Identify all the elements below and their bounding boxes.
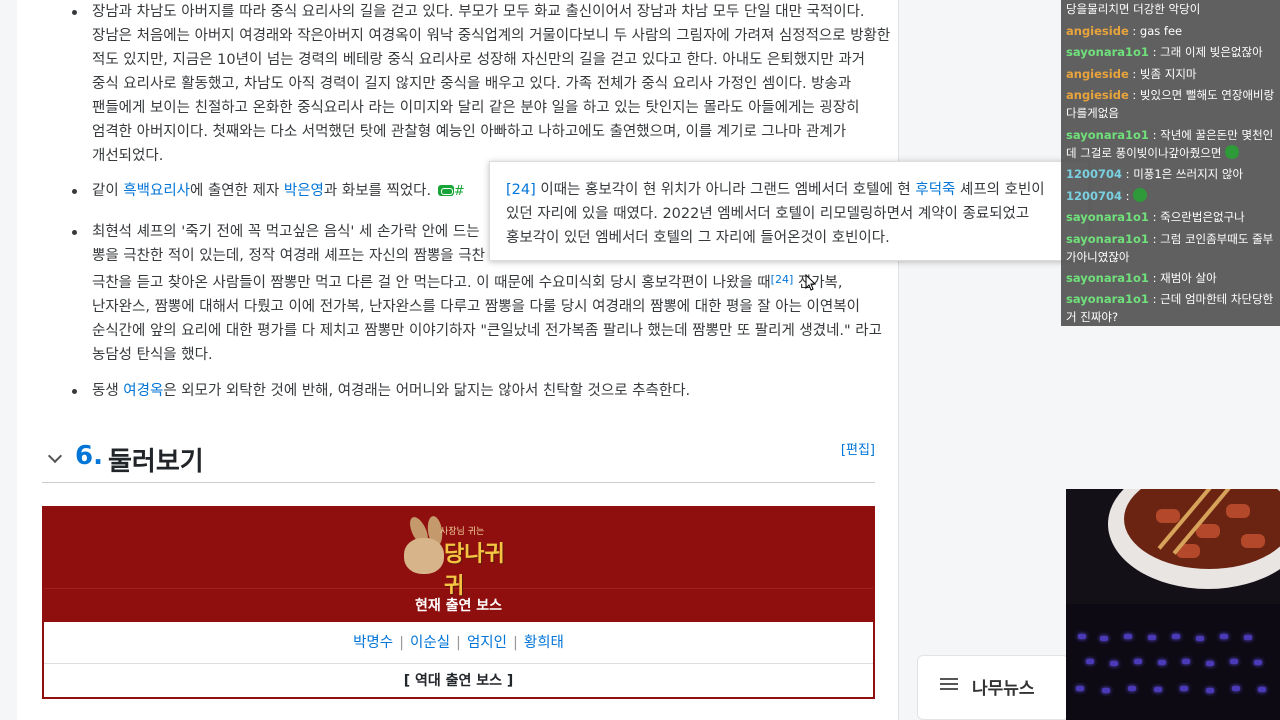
member-link[interactable]: 황희태 [524,635,564,651]
member-link[interactable]: 박명수 [353,635,393,651]
bullet-text: 동생 여경옥은 외모가 외탁한 것에 반해, 여경래는 어머니와 닮지는 않아서… [72,379,892,403]
chat-message: angieside : gas fee [1066,22,1280,40]
chevron-down-icon[interactable] [47,448,63,464]
chat-user: 1200704 [1066,167,1123,181]
bullet-dot [72,230,77,235]
link-park-eunyoung[interactable]: 박은영 [284,183,324,199]
namu-news-widget[interactable]: 나무뉴스 [917,655,1069,720]
chat-text: : 빚좀 지지마 [1128,67,1197,81]
chat-message: 1200704 : [1066,187,1280,205]
keyboard [1066,604,1280,720]
footnote-24[interactable]: [24] [771,273,794,286]
tooltip-footnote-number[interactable]: [24] [506,182,536,198]
section-number[interactable]: 6. [75,441,103,471]
bullet-text-part: 같이 [92,183,124,199]
chat-user: 1200704 [1066,189,1123,203]
bullet-dot [72,189,77,194]
article-content: 장남과 차남도 아버지를 따라 중식 요리사의 길을 걷고 있다. 부모가 모두… [17,0,899,720]
chat-message: 당을물리치면 더강한 악당이 [1066,0,1280,18]
food-piece [1226,504,1250,518]
separator: | [456,635,461,651]
chat-user: sayonara1o1 [1066,45,1149,59]
bullet-text-part: 최현석 셰프의 '죽기 전에 꼭 먹고싶은 음식' 세 손가락 안에 드는 [92,224,480,240]
bullet-text-part: 에 출연한 제자 [190,183,284,199]
chat-message: sayonara1o1 : 그래 이제 빚은없잖아 [1066,43,1280,61]
chat-message: sayonara1o1 : 재범아 살아 [1066,269,1280,287]
news-label: 나무뉴스 [972,679,1035,699]
navbox-past-bosses[interactable]: [ 역대 출연 보스 ] [44,664,873,699]
hash-link[interactable]: # [454,184,465,199]
emote-icon [1133,188,1148,202]
chat-user: sayonara1o1 [1066,232,1149,246]
emote-icon [1225,145,1240,159]
mouse-cursor-icon [805,274,816,291]
chat-text: : 죽으란법은없구나 [1148,210,1245,224]
chat-text: : gas fee [1128,24,1183,38]
chat-text: : 미풍1은 쓰러지지 않아 [1122,167,1244,181]
stream-chat-overlay: 당을물리치면 더강한 악당이 angieside : gas fee sayon… [1061,0,1280,326]
chat-message: sayonara1o1 : 작년에 꿀은돈만 몇천인데 그걸로 풍이빚이나갚아줬… [1066,126,1280,162]
bullet-dot [72,389,77,394]
tooltip-text: 이때는 홍보각이 현 위치가 아니라 그랜드 엠베서더 호텔에 현 [535,182,916,198]
chat-message: angieside : 빚좀 지지마 [1066,65,1280,83]
chat-message: 1200704 : 미풍1은 쓰러지지 않아 [1066,165,1280,183]
chat-user: sayonara1o1 [1066,210,1149,224]
chat-text: : 재범아 살아 [1148,271,1217,285]
bullet-dot [72,10,77,15]
member-link[interactable]: 이순실 [410,635,450,651]
food-piece [1241,534,1265,548]
list-item: 장남과 차남도 아버지를 따라 중식 요리사의 길을 걷고 있다. 부모가 모두… [72,0,892,168]
chat-text: 당을물리치면 더강한 악당이 [1066,2,1201,16]
chat-user: angieside [1066,24,1129,38]
bullet-text-part: 과 화보를 찍었다. [323,183,436,199]
chat-user: sayonara1o1 [1066,128,1149,142]
navbox: 사장님 귀는 당나귀 귀 현재 출연 보스 박명수 | 이순실 | 엄지인 | 황희태 [ … [42,506,875,699]
external-link-icon[interactable] [437,185,454,196]
news-icon [940,678,958,694]
bullet-text-part: 뽕을 극찬한 적이 있는데, 정작 여경래 셰프는 자신의 짬뽕을 극찬 [92,248,485,264]
section-title: 둘러보기 [108,447,204,477]
link-hu-deokjuk[interactable]: 후덕죽 [915,182,955,198]
chat-user: sayonara1o1 [1066,292,1149,306]
chat-message: sayonara1o1 : 죽으란법은없구나 [1066,208,1280,226]
chat-message: sayonara1o1 : 그럼 코인좀부때도 줄부가아니였잖아 [1066,230,1280,266]
show-logo[interactable]: 사장님 귀는 당나귀 귀 [404,514,516,599]
chat-user: angieside [1066,67,1129,81]
navbox-banner: 사장님 귀는 당나귀 귀 [44,508,873,599]
chat-user: angieside [1066,88,1129,102]
bullet-text-part: 동생 [92,383,124,399]
webcam-overlay [1066,489,1280,720]
section-heading: 6. 둘러보기 [편집] [42,437,875,483]
list-item: 동생 여경옥은 외모가 외탁한 것에 반해, 여경래는 어머니와 닮지는 않아서… [72,379,892,403]
chat-text: : 그래 이제 빚은없잖아 [1148,45,1263,59]
link-yeo-kyungok[interactable]: 여경옥 [123,383,163,399]
separator: | [512,635,518,651]
separator: | [399,635,405,651]
food-piece [1156,509,1180,523]
chat-text: : [1122,189,1134,203]
link-heukbaek[interactable]: 흑백요리사 [123,183,190,199]
chat-message: sayonara1o1 : 근데 엄마한테 차단당한거 진짜야? [1066,290,1280,326]
logo-name: 당나귀 귀 [444,542,505,599]
member-link[interactable]: 엄지인 [467,635,507,651]
footnote-tooltip: [24] 이때는 홍보각이 현 위치가 아니라 그랜드 엠베서더 호텔에 현 후… [489,161,1089,261]
chat-message: angieside : 빚있으면 뻘해도 연장애비랑 다를게없음 [1066,86,1280,122]
bullet-text-part: 은 외모가 외탁한 것에 반해, 여경래는 어머니와 닮지는 않아서 친탁할 것… [163,383,691,399]
navbox-members: 박명수 | 이순실 | 엄지인 | 황희태 [44,622,873,664]
donkey-face-icon [404,538,444,574]
bullet-text: 장남과 차남도 아버지를 따라 중식 요리사의 길을 걷고 있다. 부모가 모두… [92,4,891,164]
chat-user: sayonara1o1 [1066,271,1149,285]
edit-link[interactable]: [편집] [841,439,875,458]
bullet-text-part: 극찬을 듣고 찾아온 사람들이 짬뽕만 먹고 다른 걸 안 먹는다고. 이 때문… [92,275,771,291]
